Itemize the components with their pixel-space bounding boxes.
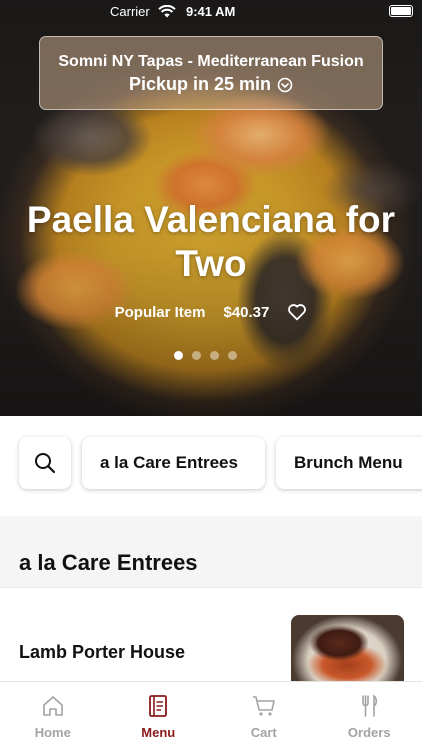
carousel-dot[interactable]: [228, 351, 237, 360]
featured-item-meta: Popular Item $40.37: [0, 303, 422, 321]
featured-item-price: $40.37: [223, 303, 270, 321]
carrier-label: Carrier: [110, 4, 150, 19]
tab-label: Home: [34, 725, 71, 740]
tab-label: Orders: [347, 725, 391, 740]
category-bar: a la Care Entrees Brunch Menu: [0, 416, 422, 516]
carousel-dot[interactable]: [174, 351, 183, 360]
category-chip[interactable]: a la Care Entrees: [82, 437, 265, 489]
search-icon: [35, 453, 56, 474]
popular-badge: Popular Item: [114, 303, 206, 321]
wifi-icon: [158, 5, 176, 18]
tab-label: Cart: [250, 725, 277, 740]
search-button[interactable]: [19, 437, 71, 489]
app-screen: Carrier 9:41 AM Somni NY Tapas - Mediter…: [0, 0, 422, 750]
store-name: Somni NY Tapas - Mediterranean Fusion: [58, 53, 364, 70]
status-bar: Carrier 9:41 AM: [0, 0, 422, 24]
home-icon: [42, 696, 63, 716]
tab-home[interactable]: Home: [0, 682, 106, 750]
carousel-pagination[interactable]: [174, 351, 237, 360]
menu-book-icon: [149, 695, 168, 717]
store-selector[interactable]: Somni NY Tapas - Mediterranean Fusion Pi…: [39, 36, 383, 110]
tab-menu[interactable]: Menu: [106, 682, 212, 750]
chevron-down-circle-icon: [277, 77, 293, 92]
section-title: a la Care Entrees: [19, 550, 198, 575]
cart-icon: [252, 696, 275, 716]
pickup-time-label: Pickup in 25 min: [128, 74, 272, 94]
carousel-dot[interactable]: [210, 351, 219, 360]
pickup-time-row[interactable]: Pickup in 25 min: [40, 74, 382, 95]
carousel-dot[interactable]: [192, 351, 201, 360]
tab-bar: Home Menu Cart Orders: [0, 681, 422, 750]
tab-orders[interactable]: Orders: [317, 682, 422, 750]
clock: 9:41 AM: [186, 4, 236, 19]
fork-knife-icon: [362, 694, 378, 717]
featured-item-title: Paella Valenciana for Two: [26, 199, 396, 284]
tab-label: Menu: [141, 725, 176, 740]
battery-icon: [389, 5, 413, 17]
category-chip[interactable]: Brunch Menu: [276, 437, 422, 489]
menu-item-name: Lamb Porter House: [19, 642, 186, 662]
hero-image[interactable]: Carrier 9:41 AM Somni NY Tapas - Mediter…: [0, 0, 422, 416]
tab-cart[interactable]: Cart: [211, 682, 317, 750]
heart-icon[interactable]: [287, 303, 307, 321]
